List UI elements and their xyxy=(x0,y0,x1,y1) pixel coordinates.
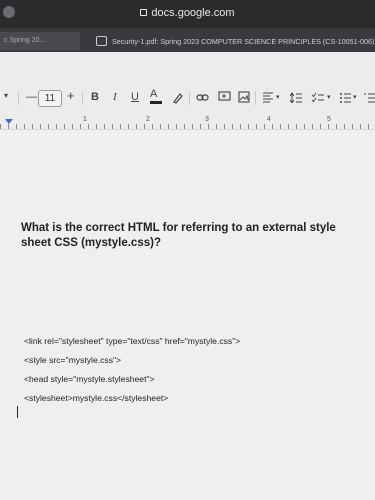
address-url[interactable]: docs.google.com xyxy=(0,7,375,19)
browser-tab-active[interactable]: Security-1.pdf: Spring 2023 COMPUTER SCI… xyxy=(92,32,375,50)
answer-option: <head style="mystyle.stylesheet"> xyxy=(24,374,155,384)
text-color-swatch xyxy=(150,101,162,104)
chevron-down-icon[interactable]: ▾ xyxy=(276,93,280,101)
bold-button[interactable]: B xyxy=(91,91,99,103)
answer-option: <stylesheet>mystyle.css</stylesheet> xyxy=(24,393,169,403)
ruler-number: 5 xyxy=(327,116,331,123)
font-size-input[interactable]: 11 xyxy=(38,90,62,107)
decrease-font-size-button[interactable]: — xyxy=(26,91,37,103)
divider xyxy=(18,91,19,105)
url-text: docs.google.com xyxy=(151,7,235,19)
align-icon[interactable] xyxy=(262,92,274,103)
docs-header-area xyxy=(0,52,375,82)
question-text: What is the correct HTML for referring t… xyxy=(21,222,336,249)
checklist-icon[interactable] xyxy=(311,92,325,103)
text-color-button[interactable]: A xyxy=(150,88,162,104)
ruler-ticks xyxy=(0,124,375,129)
answer-option: <style src="mystyle.css"> xyxy=(24,355,122,365)
browser-tab[interactable]: c Spring 20... xyxy=(0,32,80,50)
highlight-icon[interactable] xyxy=(172,92,184,104)
docs-toolbar: ▾ — 11 + B I U A ▾ ▾ ▾ xyxy=(0,82,375,116)
tab-label: Security-1.pdf: Spring 2023 COMPUTER SCI… xyxy=(112,37,375,46)
answer-options: <link rel="stylesheet" type="text/css" h… xyxy=(24,332,240,408)
browser-tab-strip: c Spring 20... Security-1.pdf: Spring 20… xyxy=(0,28,375,52)
link-icon[interactable] xyxy=(196,93,210,103)
pdf-favicon-icon xyxy=(96,36,107,46)
image-icon[interactable] xyxy=(238,91,250,103)
chevron-down-icon[interactable]: ▾ xyxy=(327,93,331,101)
ruler-number: 4 xyxy=(267,116,271,123)
ruler-number: 1 xyxy=(83,116,87,123)
chevron-down-icon[interactable]: ▾ xyxy=(4,91,8,100)
divider xyxy=(82,91,83,105)
lock-icon xyxy=(140,9,148,16)
ruler-number: 2 xyxy=(146,116,150,123)
text-cursor xyxy=(17,406,18,418)
chevron-down-icon[interactable]: ▾ xyxy=(353,93,357,101)
comment-icon[interactable] xyxy=(218,91,231,103)
divider xyxy=(189,91,190,105)
document-page[interactable]: What is the correct HTML for referring t… xyxy=(0,130,375,500)
bullet-list-icon[interactable] xyxy=(339,92,351,103)
ruler[interactable]: 1 2 3 4 5 xyxy=(0,116,375,130)
divider xyxy=(255,91,256,105)
answer-option: <link rel="stylesheet" type="text/css" h… xyxy=(24,336,241,346)
tab-label: c Spring 20... xyxy=(4,37,46,44)
numbered-list-icon[interactable] xyxy=(364,92,375,103)
ruler-number: 3 xyxy=(205,116,209,123)
increase-font-size-button[interactable]: + xyxy=(67,88,75,103)
browser-address-bar: docs.google.com xyxy=(0,0,375,28)
italic-button[interactable]: I xyxy=(113,91,117,103)
text-color-letter: A xyxy=(150,88,158,100)
line-spacing-icon[interactable] xyxy=(290,92,302,103)
underline-button[interactable]: U xyxy=(131,91,139,103)
